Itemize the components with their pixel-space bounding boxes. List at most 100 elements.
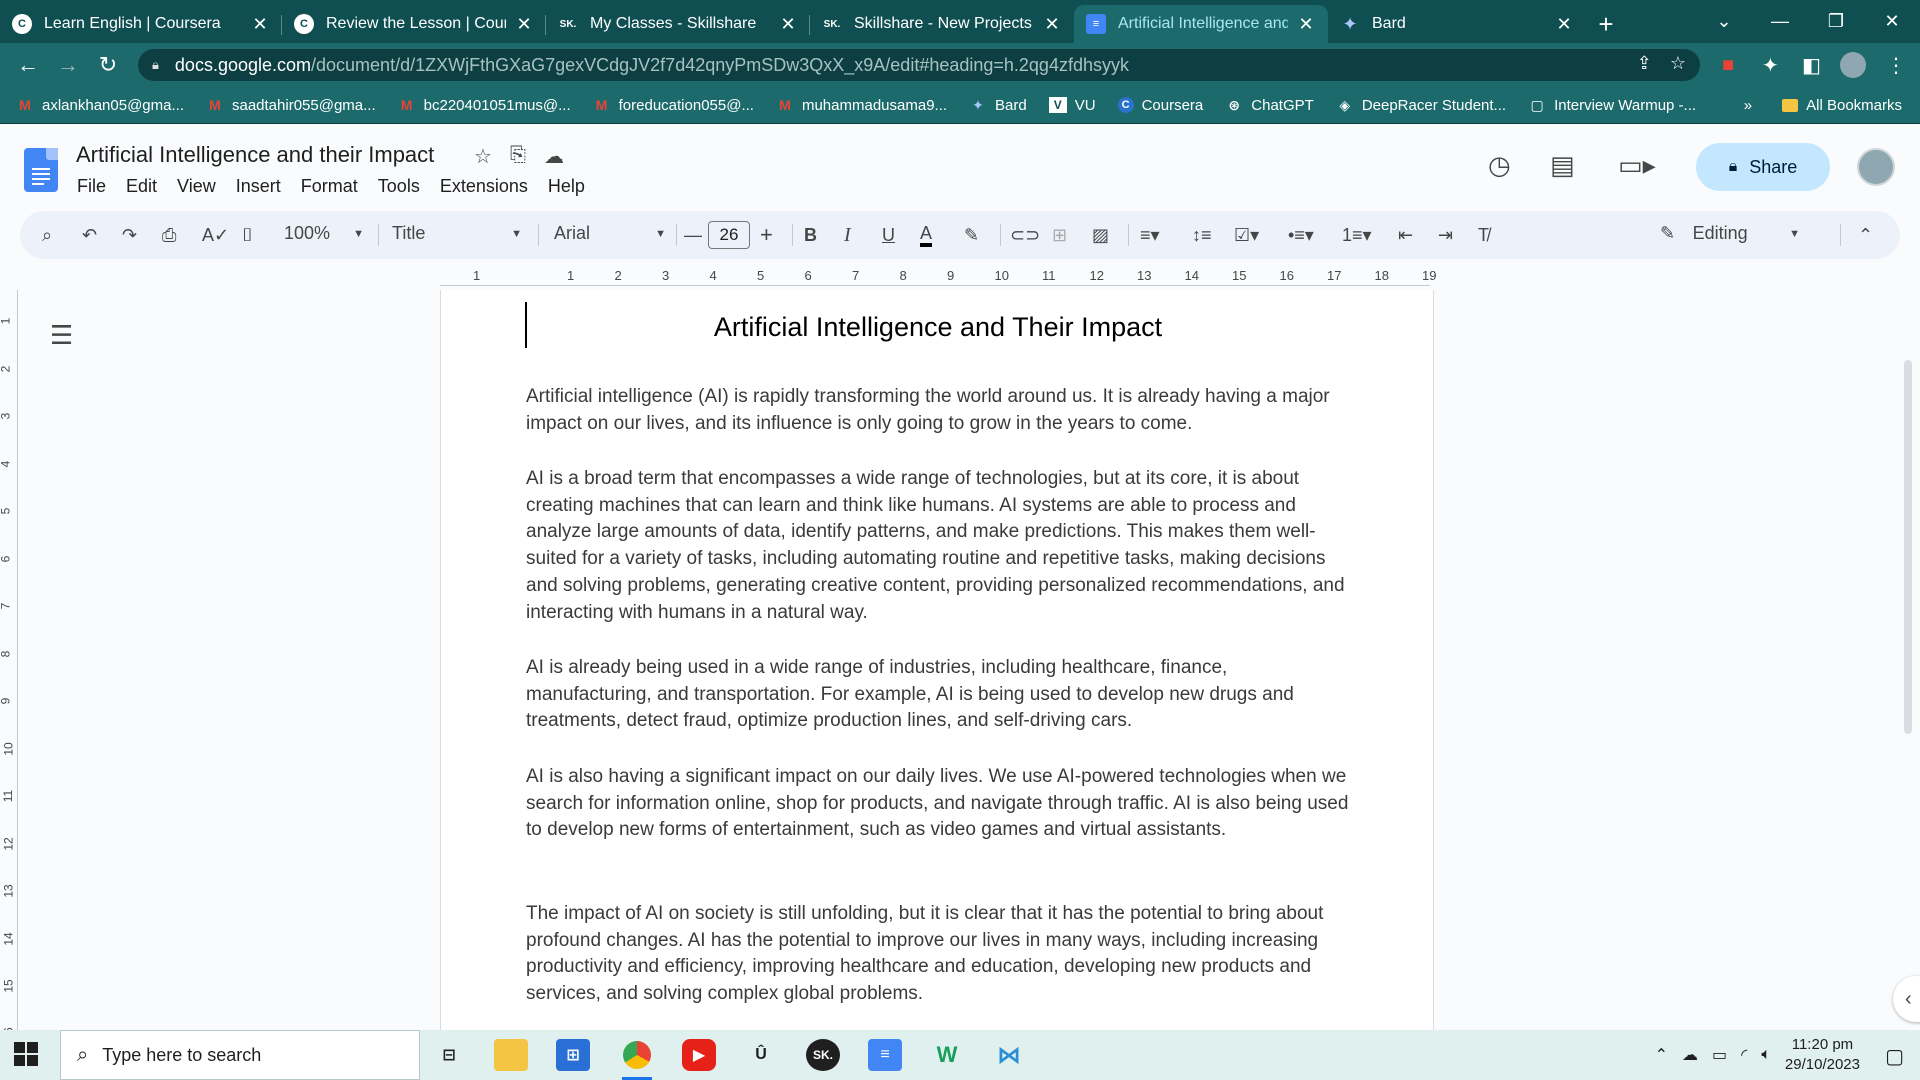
menu-extensions[interactable]: Extensions [440, 176, 528, 197]
browser-tab[interactable]: SK. Skillshare - New Projects ✕ [810, 5, 1074, 43]
share-button[interactable]: 🔒︎ Share [1696, 143, 1830, 191]
bookmark-item[interactable]: Msaadtahir055@gma... [206, 97, 376, 114]
bookmark-item[interactable]: C Coursera [1117, 97, 1203, 114]
browser-tab-active[interactable]: ≡ Artificial Intelligence and their Impa… [1074, 5, 1328, 43]
undo-icon[interactable]: ↶ [82, 223, 97, 247]
reload-icon[interactable]: ↻ [88, 52, 128, 78]
menu-view[interactable]: View [177, 176, 216, 197]
paragraph[interactable]: AI is also having a significant impact o… [526, 764, 1356, 844]
search-menus-icon[interactable]: ⌕ [42, 223, 52, 247]
menu-file[interactable]: File [77, 176, 106, 197]
docs-icon[interactable]: ≡ [868, 1039, 902, 1071]
comments-icon[interactable]: ▤ [1550, 150, 1575, 181]
all-bookmarks-button[interactable]: All Bookmarks [1782, 97, 1902, 114]
docs-logo-icon[interactable] [24, 148, 58, 192]
menu-format[interactable]: Format [301, 176, 358, 197]
minimize-icon[interactable]: — [1752, 11, 1808, 32]
text-color-icon[interactable]: A [920, 223, 933, 247]
paragraph[interactable]: The impact of AI on society is still unf… [526, 901, 1356, 1008]
browser-tab[interactable]: C Learn English | Coursera ✕ [0, 5, 282, 43]
document-page[interactable]: Artificial Intelligence and Their Impact… [440, 290, 1434, 1030]
chrome-icon[interactable] [620, 1039, 654, 1080]
zoom-dropdown[interactable]: 100% ▼ [284, 223, 364, 244]
puzzle-icon[interactable]: ✦ [1762, 49, 1779, 81]
increase-indent-icon[interactable]: ⇥ [1438, 223, 1453, 247]
restore-icon[interactable]: ❐ [1808, 11, 1864, 32]
line-spacing-icon[interactable]: ↕≡ [1192, 223, 1212, 247]
share-page-icon[interactable]: ⇪ [1637, 53, 1652, 74]
battery-icon[interactable]: ▭ [1712, 1045, 1727, 1065]
skillshare-icon[interactable]: SK. [806, 1039, 840, 1071]
redo-icon[interactable]: ↷ [122, 223, 137, 247]
side-panel-icon[interactable]: ◧ [1802, 49, 1821, 81]
bookmark-item[interactable]: Mbc220401051mus@... [398, 97, 571, 114]
horizontal-ruler[interactable]: 1 1 2 3 4 5 6 7 8 9 10 11 12 13 14 15 16 17 18 19 [440, 266, 1436, 286]
onedrive-icon[interactable]: ☁ [1682, 1045, 1698, 1065]
italic-icon[interactable]: I [844, 223, 851, 247]
close-icon[interactable]: ✕ [778, 14, 798, 35]
bookmark-item[interactable]: ✦ Bard [969, 97, 1027, 114]
document-title[interactable]: Artificial Intelligence and their Impact [76, 142, 434, 168]
document-heading[interactable]: Artificial Intelligence and Their Impact [525, 312, 1351, 343]
browser-tab[interactable]: ✦ Bard ✕ [1328, 5, 1586, 43]
insert-link-icon[interactable]: ⊂⊃ [1010, 223, 1040, 247]
cloud-status-icon[interactable]: ☁ [544, 144, 564, 169]
numbered-list-icon[interactable]: 1≡▾ [1342, 223, 1372, 247]
bookmark-item[interactable]: V VU [1048, 97, 1096, 114]
move-folder-icon[interactable]: ⎘ [510, 144, 526, 169]
paragraph[interactable]: AI is a broad term that encompasses a wi… [526, 466, 1356, 626]
close-window-icon[interactable]: ✕ [1864, 11, 1920, 32]
paragraph[interactable]: AI is already being used in a wide range… [526, 655, 1356, 735]
bulleted-list-icon[interactable]: •≡▾ [1288, 223, 1314, 247]
menu-kebab-icon[interactable]: ⋮ [1886, 49, 1906, 81]
menu-insert[interactable]: Insert [236, 176, 281, 197]
align-icon[interactable]: ≡▾ [1140, 223, 1160, 247]
new-tab-button[interactable]: + [1586, 5, 1626, 43]
font-dropdown[interactable]: Arial ▼ [554, 223, 666, 244]
scrollbar[interactable] [1904, 360, 1912, 734]
bookmark-item[interactable]: ▢ Interview Warmup -... [1528, 97, 1696, 114]
browser-tab[interactable]: C Review the Lesson | Coursera ✕ [282, 5, 546, 43]
paragraph-style-dropdown[interactable]: Title ▼ [392, 223, 522, 244]
close-icon[interactable]: ✕ [514, 14, 534, 35]
add-comment-icon[interactable]: ⊞ [1052, 223, 1067, 247]
clear-formatting-icon[interactable]: T̸ [1478, 223, 1489, 247]
chevron-up-icon[interactable]: ⌃ [1655, 1045, 1668, 1065]
insert-image-icon[interactable]: ▨ [1092, 223, 1109, 247]
tab-search-icon[interactable]: ⌄ [1696, 11, 1752, 32]
notifications-icon[interactable]: ▢ [1885, 1044, 1904, 1069]
menu-tools[interactable]: Tools [378, 176, 420, 197]
task-view-icon[interactable]: ⊟ [432, 1039, 466, 1071]
browser-tab[interactable]: SK. My Classes - Skillshare ✕ [546, 5, 810, 43]
wps-icon[interactable]: W [930, 1039, 964, 1071]
extension-icon[interactable]: ■ [1722, 49, 1734, 81]
print-icon[interactable]: ⎙ [162, 223, 176, 247]
spellcheck-icon[interactable]: A✓ [202, 223, 229, 247]
show-side-panel-button[interactable]: ‹ [1893, 976, 1920, 1022]
youtube-icon[interactable]: ▶ [682, 1039, 716, 1071]
file-explorer-icon[interactable] [494, 1039, 528, 1071]
paragraph[interactable]: Artificial intelligence (AI) is rapidly … [526, 384, 1356, 437]
bookmark-star-icon[interactable]: ☆ [1670, 53, 1686, 74]
vscode-icon[interactable]: ⋈ [992, 1039, 1026, 1071]
profile-avatar[interactable] [1840, 52, 1866, 78]
bookmark-item[interactable]: Mmuhammadusama9... [776, 97, 947, 114]
store-icon[interactable]: ⊞ [556, 1039, 590, 1071]
forward-icon[interactable]: → [48, 52, 88, 78]
increase-font-size-icon[interactable]: + [760, 222, 773, 247]
address-bar[interactable]: 🔒︎ docs.google.com /document/d/1ZXWjFthG… [138, 49, 1700, 81]
close-icon[interactable]: ✕ [250, 14, 270, 35]
bookmark-item[interactable]: ⊛ ChatGPT [1225, 97, 1313, 114]
underline-icon[interactable]: U [882, 223, 895, 247]
close-icon[interactable]: ✕ [1296, 14, 1316, 35]
close-icon[interactable]: ✕ [1554, 14, 1574, 35]
lock-icon[interactable]: 🔒︎ [152, 57, 159, 73]
bookmark-item[interactable]: Mforeducation055@... [593, 97, 754, 114]
udemy-icon[interactable]: Û [744, 1039, 778, 1071]
paint-format-icon[interactable]: ⌷ [242, 223, 253, 247]
hide-menus-icon[interactable]: ⌃ [1858, 223, 1873, 247]
wifi-icon[interactable]: ◜ [1741, 1045, 1747, 1065]
windows-start-icon[interactable] [14, 1042, 38, 1066]
bookmarks-overflow-icon[interactable]: » [1744, 97, 1752, 114]
vertical-ruler[interactable]: 12345678910111213141516 [0, 290, 18, 1040]
